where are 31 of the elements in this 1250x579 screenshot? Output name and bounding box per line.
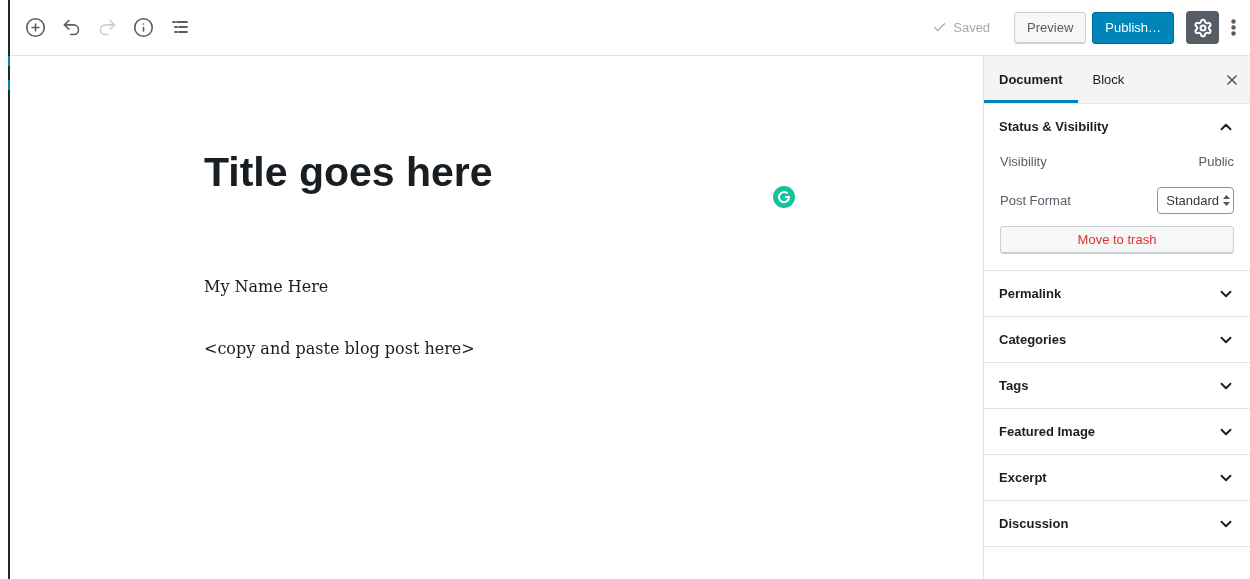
select-field[interactable]: Standard bbox=[1157, 187, 1234, 214]
grammarly-icon bbox=[773, 186, 795, 208]
redo-icon bbox=[97, 17, 118, 38]
sidebar-tab[interactable]: Document bbox=[984, 56, 1078, 103]
move-to-trash-button[interactable]: Move to trash bbox=[1000, 226, 1234, 254]
settings-button[interactable] bbox=[1186, 11, 1219, 44]
info-button[interactable] bbox=[132, 16, 155, 39]
paragraph-block[interactable]: <copy and paste blog post here> bbox=[204, 337, 983, 362]
panel-header[interactable]: Categories bbox=[984, 317, 1250, 362]
plus-circle-icon bbox=[25, 17, 46, 38]
add-block-button[interactable] bbox=[24, 16, 47, 39]
panel-header[interactable]: Permalink bbox=[984, 271, 1250, 316]
saved-text: Saved bbox=[953, 18, 991, 37]
gear-icon bbox=[1192, 17, 1213, 38]
paragraph-block[interactable]: My Name Here bbox=[204, 275, 983, 300]
setting-value: Public bbox=[1198, 153, 1234, 172]
sidebar-tab[interactable]: Block bbox=[1077, 56, 1140, 103]
panel-header[interactable]: Excerpt bbox=[984, 455, 1250, 500]
sort-arrows-icon bbox=[1223, 195, 1230, 206]
undo-icon bbox=[61, 17, 82, 38]
preview-button[interactable]: Preview bbox=[1014, 11, 1087, 44]
publish-button[interactable]: Publish… bbox=[1092, 11, 1174, 44]
panel-header[interactable]: Discussion bbox=[984, 501, 1250, 546]
more-icon bbox=[1231, 19, 1236, 36]
setting-label: Post Format bbox=[1000, 191, 1071, 210]
panel-header[interactable]: Status & Visibility bbox=[984, 104, 1250, 149]
setting-label: Visibility bbox=[1000, 153, 1047, 172]
panel-header[interactable]: Tags bbox=[984, 363, 1250, 408]
post-title[interactable]: Title goes here bbox=[204, 148, 983, 198]
panel-header[interactable]: Featured Image bbox=[984, 409, 1250, 454]
info-icon bbox=[133, 17, 154, 38]
